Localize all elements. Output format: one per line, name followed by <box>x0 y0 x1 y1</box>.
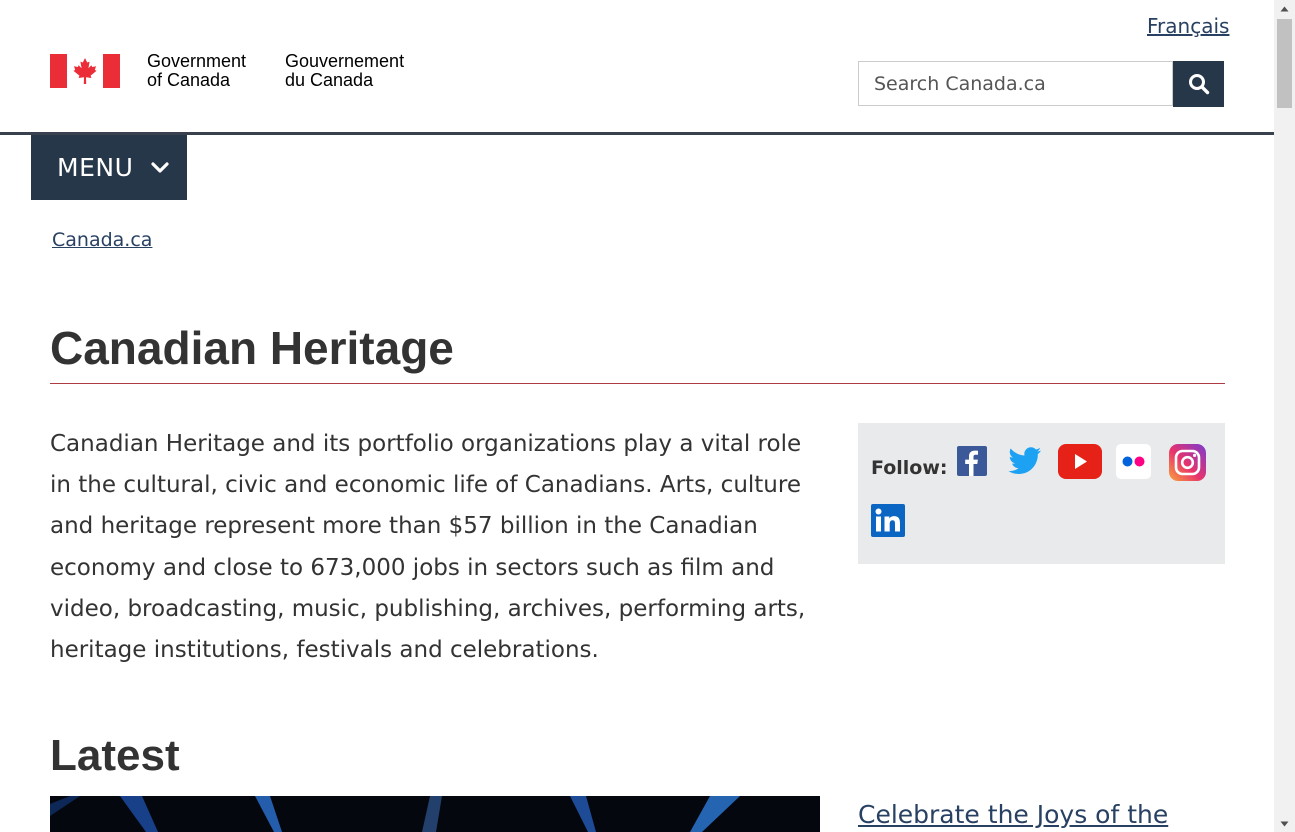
vertical-scrollbar[interactable] <box>1274 0 1295 832</box>
latest-heading: Latest <box>50 731 180 780</box>
scroll-up-arrow-icon[interactable] <box>1274 0 1295 17</box>
page-title: Canadian Heritage <box>50 322 454 374</box>
scroll-down-arrow-icon[interactable] <box>1274 815 1295 832</box>
menu-label: MENU <box>57 153 134 182</box>
title-underline <box>50 383 1225 384</box>
youtube-icon[interactable] <box>1058 444 1102 483</box>
header-divider <box>0 132 1274 135</box>
search-button[interactable] <box>1173 61 1224 107</box>
signature-english-line1: Government <box>147 51 247 71</box>
intro-paragraph: Canadian Heritage and its portfolio orga… <box>50 431 806 664</box>
instagram-icon[interactable] <box>1169 444 1206 485</box>
search-icon <box>1188 74 1209 95</box>
latest-feature-image[interactable] <box>50 796 820 832</box>
scrollbar-thumb[interactable] <box>1277 19 1292 108</box>
signature-french-line1: Gouvernement <box>285 51 405 71</box>
follow-panel: Follow: <box>858 423 1225 564</box>
signature-french: Gouvernement du Canada <box>285 52 404 90</box>
latest-feature-link[interactable]: Celebrate the Joys of the <box>858 800 1168 829</box>
stage-lights-image <box>50 796 820 832</box>
signature-english: Government of Canada <box>147 52 246 90</box>
language-toggle-link[interactable]: Français <box>1147 14 1229 38</box>
signature-french-line2: du Canada <box>285 70 374 90</box>
follow-label: Follow: <box>871 457 948 479</box>
twitter-icon[interactable] <box>1007 444 1043 482</box>
government-of-canada-signature[interactable]: Government of Canada Gouvernement du Can… <box>50 52 420 92</box>
linkedin-icon[interactable] <box>871 504 905 541</box>
menu-button[interactable]: MENU <box>31 135 187 200</box>
flickr-icon[interactable] <box>1116 444 1151 483</box>
canada-flag-icon <box>50 54 120 88</box>
signature-english-line2: of Canada <box>147 70 231 90</box>
facebook-icon[interactable] <box>957 446 987 480</box>
search-input[interactable] <box>858 61 1173 106</box>
breadcrumb-item-canada-ca[interactable]: Canada.ca <box>52 229 152 251</box>
chevron-down-icon <box>151 161 169 174</box>
